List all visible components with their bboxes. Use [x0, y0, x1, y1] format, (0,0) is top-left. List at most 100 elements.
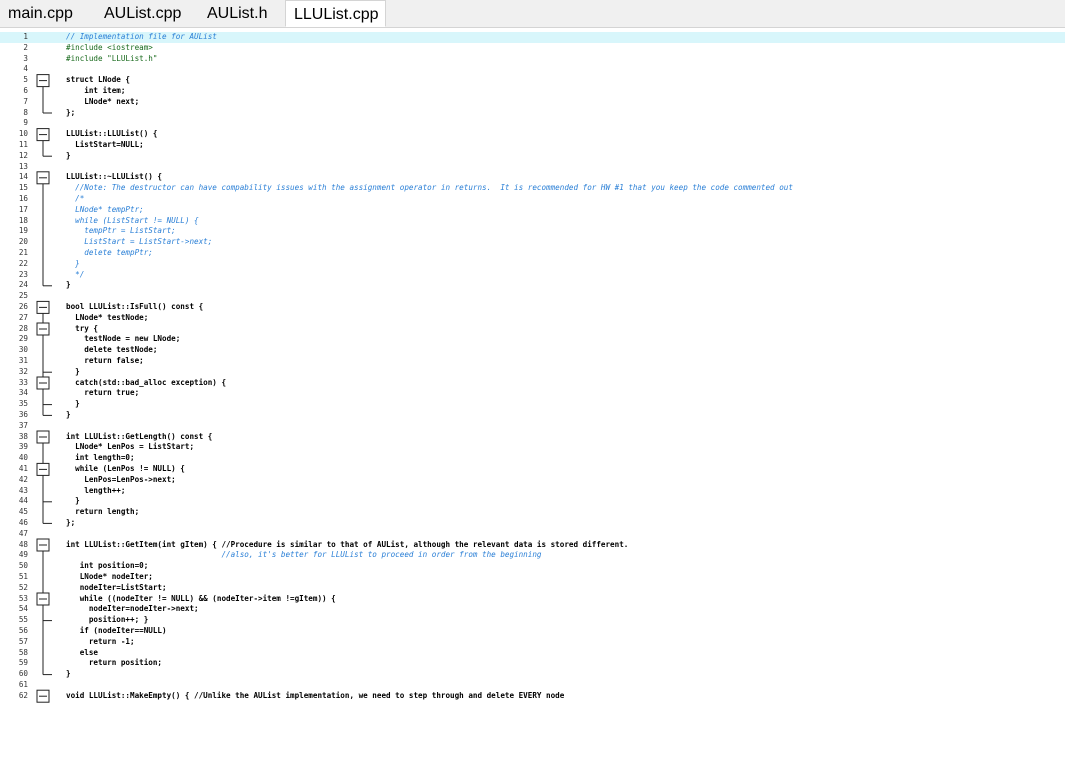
code-line[interactable]: 23 */ — [0, 270, 1065, 281]
code-line[interactable]: 37 — [0, 421, 1065, 432]
code-line[interactable]: 22 } — [0, 259, 1065, 270]
code-line[interactable]: 17 LNode* tempPtr; — [0, 205, 1065, 216]
code-text: LLUList::LLUList() { — [66, 129, 158, 139]
code-line[interactable]: 57 return -1; — [0, 637, 1065, 648]
code-line[interactable]: 35 } — [0, 399, 1065, 410]
code-text: delete tempPtr; — [66, 248, 153, 257]
code-text: #include "LLUList.h" — [66, 53, 158, 63]
tab-aulist-h[interactable]: AUList.h — [199, 0, 285, 27]
code-line[interactable]: 32 } — [0, 367, 1065, 378]
code-line[interactable]: 41 while (LenPos != NULL) { — [0, 464, 1065, 475]
code-line[interactable]: 10 LLUList::LLUList() { — [0, 129, 1065, 140]
code-line[interactable]: 51 LNode* nodeIter; — [0, 572, 1065, 583]
code-line[interactable]: 9 — [0, 118, 1065, 129]
code-text: int position=0; — [66, 561, 149, 571]
code-text: void LLUList::MakeEmpty() { //Unlike the… — [66, 690, 565, 700]
code-text: catch(std::bad_alloc exception) { — [66, 377, 227, 387]
code-line[interactable]: 59 return position; — [0, 658, 1065, 669]
code-line[interactable]: 24} — [0, 280, 1065, 291]
code-text: tempPtr = ListStart; — [66, 226, 176, 236]
code-line[interactable]: 21 delete tempPtr; — [0, 248, 1065, 259]
code-line[interactable]: 26 bool LLUList::IsFull() const { — [0, 302, 1065, 313]
code-line[interactable]: 47 — [0, 529, 1065, 540]
tab-label: LLUList.cpp — [294, 6, 379, 23]
code-line[interactable]: 20 ListStart = ListStart->next; — [0, 237, 1065, 248]
code-line[interactable]: 30 delete testNode; — [0, 345, 1065, 356]
code-line[interactable]: 7 LNode* next; — [0, 97, 1065, 108]
code-line[interactable]: 6 int item; — [0, 86, 1065, 97]
code-line[interactable]: 33 catch(std::bad_alloc exception) { — [0, 378, 1065, 389]
code-line[interactable]: 15 //Note: The destructor can have compa… — [0, 183, 1065, 194]
code-text: } — [66, 366, 80, 376]
code-text: LenPos=LenPos->next; — [66, 474, 176, 484]
code-text: ListStart=NULL; — [66, 140, 144, 149]
code-line[interactable]: 56 if (nodeIter==NULL) — [0, 626, 1065, 637]
code-line[interactable]: 14 LLUList::~LLUList() { — [0, 172, 1065, 183]
code-line[interactable]: 28 try { — [0, 324, 1065, 335]
code-line[interactable]: 42 LenPos=LenPos->next; — [0, 475, 1065, 486]
code-line[interactable]: 52 nodeIter=ListStart; — [0, 583, 1065, 594]
code-line[interactable]: 3 #include "LLUList.h" — [0, 54, 1065, 65]
code-line[interactable]: 44 } — [0, 496, 1065, 507]
tab-label: AUList.cpp — [104, 5, 182, 22]
tab-main-cpp[interactable]: main.cpp — [0, 0, 96, 27]
code-text: while ((nodeIter != NULL) && (nodeIter->… — [66, 593, 336, 603]
code-line[interactable]: 8}; — [0, 108, 1065, 119]
code-line[interactable]: 58 else — [0, 648, 1065, 659]
code-text: #include <iostream> — [66, 42, 153, 52]
code-text: struct LNode { — [66, 75, 131, 85]
code-text: /* — [66, 194, 85, 203]
code-line[interactable]: 54 nodeIter=nodeIter->next; — [0, 604, 1065, 615]
code-line[interactable]: 18 while (ListStart != NULL) { — [0, 216, 1065, 227]
code-line[interactable]: 43 length++; — [0, 486, 1065, 497]
code-text: LLUList::~LLUList() { — [66, 172, 163, 182]
fold-markers — [36, 74, 52, 703]
code-line[interactable]: 1// Implementation file for AUList — [0, 32, 1065, 43]
code-text: }; — [66, 107, 76, 117]
code-line[interactable]: 40 int length=0; — [0, 453, 1065, 464]
code-text: int item; — [66, 86, 126, 95]
code-line[interactable]: 46}; — [0, 518, 1065, 529]
code-text: return -1; — [66, 636, 135, 646]
code-line[interactable]: 19 tempPtr = ListStart; — [0, 226, 1065, 237]
code-line[interactable]: 39 LNode* LenPos = ListStart; — [0, 442, 1065, 453]
code-line[interactable]: 36} — [0, 410, 1065, 421]
code-text: } — [66, 669, 71, 679]
code-line[interactable]: 29 testNode = new LNode; — [0, 334, 1065, 345]
code-text: } — [66, 410, 71, 419]
code-line[interactable]: 5 struct LNode { — [0, 75, 1065, 86]
code-line[interactable]: 62 void LLUList::MakeEmpty() { //Unlike t… — [0, 691, 1065, 702]
code-line[interactable]: 50 int position=0; — [0, 561, 1065, 572]
code-line[interactable]: 4 — [0, 64, 1065, 75]
code-line[interactable]: 45 return length; — [0, 507, 1065, 518]
code-line[interactable]: 12} — [0, 151, 1065, 162]
code-line[interactable]: 55 position++; } — [0, 615, 1065, 626]
code-line[interactable]: 38 int LLUList::GetLength() const { — [0, 432, 1065, 443]
code-line[interactable]: 61 — [0, 680, 1065, 691]
code-text: delete testNode; — [66, 345, 158, 355]
code-text: while (LenPos != NULL) { — [66, 464, 185, 473]
editor-tab-bar: main.cpp AUList.cpp AUList.h LLUList.cpp — [0, 0, 1065, 28]
code-line[interactable]: 16 /* — [0, 194, 1065, 205]
code-text: testNode = new LNode; — [66, 334, 181, 344]
tab-llulist-cpp[interactable]: LLUList.cpp — [285, 0, 386, 27]
tab-label: AUList.h — [207, 5, 268, 22]
code-line[interactable]: 13 — [0, 162, 1065, 173]
code-line[interactable]: 60} — [0, 669, 1065, 680]
code-line[interactable]: 11 ListStart=NULL; — [0, 140, 1065, 151]
tab-aulist-cpp[interactable]: AUList.cpp — [96, 0, 199, 27]
code-editor[interactable]: 1// Implementation file for AUList 2 #incl… — [0, 28, 1065, 772]
code-line[interactable]: 25 — [0, 291, 1065, 302]
code-line[interactable]: 34 return true; — [0, 388, 1065, 399]
code-text: } — [66, 496, 80, 506]
code-line[interactable]: 27 LNode* testNode; — [0, 313, 1065, 324]
code-line[interactable]: 31 return false; — [0, 356, 1065, 367]
code-line[interactable]: 48 int LLUList::GetItem(int gItem) { //Pr… — [0, 540, 1065, 551]
code-text: int length=0; — [66, 453, 135, 463]
code-line[interactable]: 53 while ((nodeIter != NULL) && (nodeIte… — [0, 594, 1065, 605]
code-text: length++; — [66, 485, 126, 495]
code-text: LNode* LenPos = ListStart; — [66, 442, 195, 452]
code-text: nodeIter=nodeIter->next; — [66, 604, 199, 614]
code-line[interactable]: 49 //also, it's better for LLUList to pr… — [0, 550, 1065, 561]
code-line[interactable]: 2 #include <iostream> — [0, 43, 1065, 54]
